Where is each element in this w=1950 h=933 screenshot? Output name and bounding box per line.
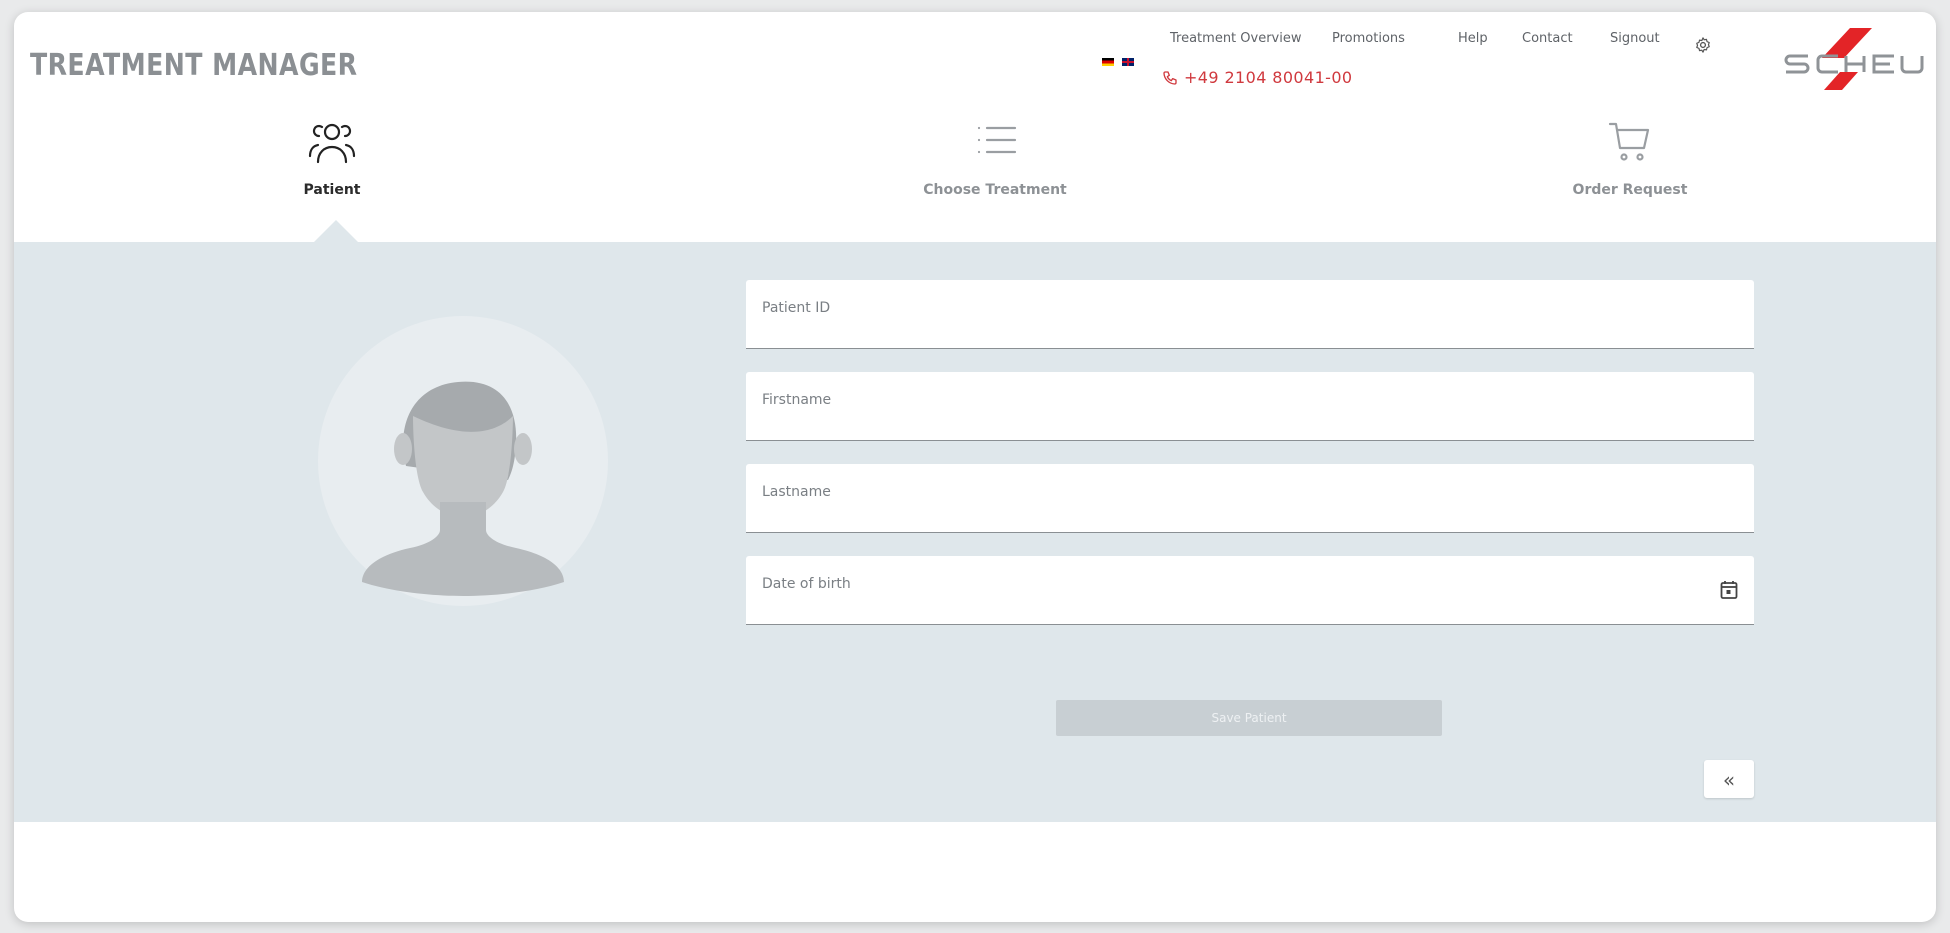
collapse-button[interactable]: « bbox=[1704, 760, 1754, 798]
cart-icon bbox=[1608, 122, 1650, 161]
lastname-input[interactable] bbox=[746, 464, 1754, 532]
calendar-icon[interactable] bbox=[1720, 580, 1738, 600]
app-window: TREATMENT MANAGER Treatment Overview Pro… bbox=[14, 12, 1936, 922]
patient-form-panel: Patient ID Firstname Lastname Date of bi… bbox=[14, 242, 1936, 822]
gear-icon[interactable] bbox=[1694, 36, 1712, 54]
active-step-indicator bbox=[314, 220, 358, 242]
nav-help[interactable]: Help bbox=[1458, 31, 1488, 46]
step-label-order-request: Order Request bbox=[1572, 182, 1688, 198]
step-patient[interactable]: Patient bbox=[282, 120, 382, 198]
scheu-logo[interactable] bbox=[1780, 28, 1930, 92]
step-label-choose-treatment: Choose Treatment bbox=[923, 182, 1067, 198]
nav-contact[interactable]: Contact bbox=[1522, 31, 1573, 46]
nav-treatment-overview[interactable]: Treatment Overview bbox=[1170, 31, 1302, 46]
patient-id-field[interactable]: Patient ID bbox=[746, 280, 1754, 349]
german-flag-icon[interactable] bbox=[1102, 58, 1114, 66]
step-choose-treatment[interactable]: Choose Treatment bbox=[900, 120, 1090, 198]
avatar bbox=[318, 316, 608, 606]
step-label-patient: Patient bbox=[303, 182, 361, 198]
date-of-birth-input[interactable] bbox=[746, 556, 1754, 624]
phone-number: +49 2104 80041-00 bbox=[1184, 68, 1353, 87]
date-of-birth-field[interactable]: Date of birth bbox=[746, 556, 1754, 625]
step-order-request[interactable]: Order Request bbox=[1550, 120, 1710, 198]
save-patient-button[interactable]: Save Patient bbox=[1056, 700, 1442, 736]
app-title: TREATMENT MANAGER bbox=[30, 48, 358, 83]
nav-signout[interactable]: Signout bbox=[1610, 31, 1660, 46]
list-icon bbox=[977, 126, 1017, 154]
patient-id-input[interactable] bbox=[746, 280, 1754, 348]
firstname-input[interactable] bbox=[746, 372, 1754, 440]
avatar-placeholder-icon bbox=[362, 381, 564, 596]
phone-icon bbox=[1163, 70, 1177, 85]
users-icon bbox=[308, 123, 356, 164]
phone-contact[interactable]: +49 2104 80041-00 bbox=[1162, 68, 1353, 87]
firstname-field[interactable]: Firstname bbox=[746, 372, 1754, 441]
lastname-field[interactable]: Lastname bbox=[746, 464, 1754, 533]
language-switcher bbox=[1102, 58, 1134, 66]
uk-flag-icon[interactable] bbox=[1122, 58, 1134, 66]
nav-promotions[interactable]: Promotions bbox=[1332, 31, 1405, 46]
